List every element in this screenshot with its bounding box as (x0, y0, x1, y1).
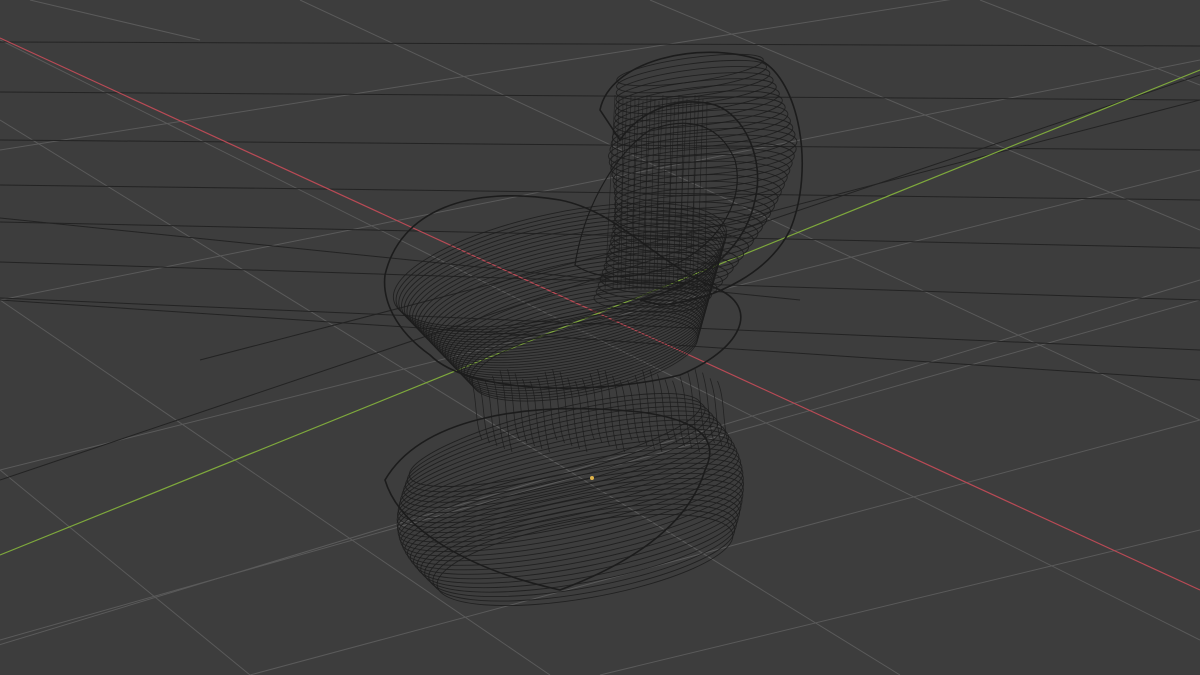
grid-line-major (0, 139, 1200, 151)
chair-stem-wireframe[interactable] (469, 368, 730, 453)
grid-line-minor (0, 279, 1200, 646)
base-contour-slice (407, 472, 744, 571)
x-axis-line (0, 37, 1200, 591)
chair-wireframe-mesh[interactable] (383, 48, 804, 624)
viewport-canvas[interactable] (0, 0, 1200, 675)
grid-line-major (0, 297, 1200, 351)
grid-line-major (0, 184, 1200, 201)
grid-line-minor (0, 119, 901, 675)
grid-line-minor (599, 529, 1200, 675)
backrest-vertical-strand (696, 98, 704, 291)
base-contour-slice (428, 503, 737, 598)
grid-line-minor (249, 419, 1200, 675)
grid-line-minor (0, 469, 251, 675)
grid-line-minor (0, 0, 951, 151)
grid-line-minor (29, 0, 201, 41)
stem-strand (634, 374, 648, 447)
grid-line-major (0, 41, 1200, 47)
object-origin-point[interactable] (590, 476, 594, 480)
grid-line-minor (299, 0, 1200, 421)
chair-base-wireframe[interactable] (384, 375, 750, 624)
3d-viewport[interactable] (0, 0, 1200, 675)
base-contour-slice (432, 508, 736, 602)
grid-line-minor (979, 0, 1200, 86)
